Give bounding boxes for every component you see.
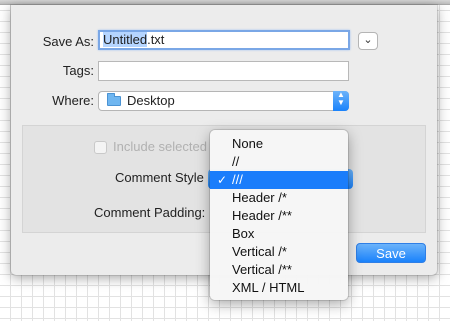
comment-style-menu: None // ✓ /// Header /* Header /** Box Vertical… bbox=[210, 130, 348, 300]
menu-item[interactable]: Vertical /** bbox=[210, 261, 348, 279]
menu-item-label: None bbox=[232, 136, 264, 151]
save-as-label: Save As: bbox=[42, 34, 94, 49]
comment-padding-label: Comment Padding: bbox=[94, 205, 206, 220]
menu-item-label: // bbox=[232, 154, 240, 169]
menu-item-label: Vertical /** bbox=[232, 262, 292, 277]
where-popup[interactable]: Desktop ▲ ▼ bbox=[98, 91, 349, 111]
menu-item-label: Vertical /* bbox=[232, 244, 287, 259]
menu-item[interactable]: None bbox=[210, 135, 348, 153]
filename-selected-text: Untitled bbox=[103, 32, 148, 47]
folder-icon bbox=[107, 93, 121, 106]
checkmark-icon: ✓ bbox=[217, 173, 228, 187]
menu-item[interactable]: Header /** bbox=[210, 207, 348, 225]
menu-item-label: Header /** bbox=[232, 208, 292, 223]
include-selected-checkbox[interactable] bbox=[94, 141, 107, 154]
filename-field[interactable]: Untitled.txt bbox=[98, 30, 350, 50]
comment-style-label: Comment Style bbox=[115, 170, 204, 185]
menu-item[interactable]: XML / HTML bbox=[210, 279, 348, 297]
where-value: Desktop bbox=[127, 93, 175, 108]
tags-field[interactable] bbox=[98, 61, 349, 81]
menu-item-label: Header /* bbox=[232, 190, 287, 205]
expand-dialog-button[interactable]: ⌄ bbox=[358, 32, 378, 50]
save-button[interactable]: Save bbox=[356, 243, 426, 263]
menu-item[interactable]: Header /* bbox=[210, 189, 348, 207]
tags-label: Tags: bbox=[62, 63, 94, 78]
where-label: Where: bbox=[52, 93, 94, 108]
menu-item[interactable]: ✓ /// bbox=[210, 171, 348, 189]
menu-item[interactable]: // bbox=[210, 153, 348, 171]
menu-item[interactable]: Box bbox=[210, 225, 348, 243]
menu-item-label: Box bbox=[232, 226, 255, 241]
chevron-down-icon: ⌄ bbox=[363, 34, 373, 46]
filename-extension: .txt bbox=[147, 32, 165, 47]
popup-arrows-icon: ▲ ▼ bbox=[333, 91, 349, 111]
include-selected-label: Include selected bbox=[113, 139, 207, 154]
menu-item-label: XML / HTML bbox=[232, 280, 305, 295]
menu-item-label: /// bbox=[232, 172, 243, 187]
menu-item[interactable]: Vertical /* bbox=[210, 243, 348, 261]
